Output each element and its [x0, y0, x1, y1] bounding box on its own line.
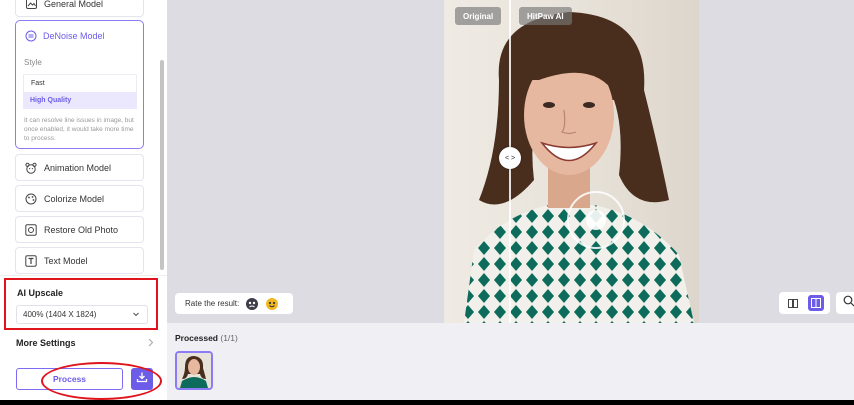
sidebar: General Model DeNoise Model Style Fast H… [0, 0, 167, 400]
model-card-colorize[interactable]: Colorize Model [15, 185, 144, 212]
upscale-select[interactable]: 400% (1404 X 1824) [16, 305, 148, 324]
model-label: General Model [44, 0, 104, 9]
style-option-high-quality[interactable]: High Quality [23, 92, 137, 109]
model-label: Colorize Model [44, 193, 105, 204]
download-button[interactable] [131, 368, 153, 390]
portrait-image [464, 12, 694, 323]
model-label: Restore Old Photo [44, 224, 119, 235]
rate-like-icon[interactable] [265, 297, 279, 311]
denoise-description: It can resolve line issues in image, but… [24, 117, 134, 142]
rate-dislike-icon[interactable] [245, 297, 259, 311]
sidebar-scrollbar[interactable] [160, 60, 164, 270]
upscale-title: AI Upscale [17, 288, 64, 298]
download-icon [136, 370, 148, 388]
model-label: DeNoise Model [43, 31, 105, 41]
processed-label: Processed (1/1) [175, 333, 238, 343]
more-settings[interactable]: More Settings [16, 338, 154, 349]
rate-result: Rate the result: [175, 293, 293, 314]
tag-hitpaw-ai: HitPaw AI [519, 7, 572, 25]
chevron-down-icon [132, 310, 140, 320]
processed-thumbnail[interactable] [175, 351, 213, 390]
processed-title: Processed [175, 333, 218, 343]
model-card-denoise[interactable]: DeNoise Model Style Fast High Quality It… [15, 20, 144, 149]
denoise-header[interactable]: DeNoise Model [16, 21, 143, 51]
animation-icon [25, 162, 37, 174]
upscale-value: 400% (1404 X 1824) [23, 310, 97, 319]
canvas-area: < > Original HitPaw AI Rate the result: [167, 0, 854, 323]
model-label: Text Model [44, 255, 88, 266]
style-option-fast[interactable]: Fast [23, 74, 137, 92]
general-model-icon [25, 0, 37, 10]
tag-original: Original [455, 7, 502, 25]
compare-view-icon[interactable] [808, 295, 824, 311]
style-label: Style [24, 58, 42, 67]
process-button[interactable]: Process [16, 368, 123, 390]
main-area: < > Original HitPaw AI Rate the result: [167, 0, 854, 400]
colorize-icon [25, 193, 37, 205]
image-preview[interactable]: < > Original HitPaw AI [444, 0, 699, 323]
model-card-text[interactable]: Text Model [15, 247, 144, 274]
model-label: Animation Model [44, 162, 112, 173]
model-card-animation[interactable]: Animation Model [15, 154, 144, 181]
zoom-icon [843, 294, 854, 312]
model-card-general[interactable]: General Model [15, 0, 144, 17]
view-toggle [779, 292, 830, 314]
chevron-right-icon [147, 338, 154, 349]
rate-label: Rate the result: [185, 299, 240, 308]
processed-count: (1/1) [220, 333, 238, 343]
more-settings-label: More Settings [16, 338, 76, 348]
ai-upscale-section: AI Upscale 400% (1404 X 1824) [4, 278, 158, 330]
restore-photo-icon [25, 223, 37, 236]
zoom-button[interactable] [836, 292, 854, 314]
model-card-restore[interactable]: Restore Old Photo [15, 216, 144, 243]
split-handle[interactable]: < > [499, 147, 521, 169]
split-view-icon[interactable] [786, 296, 800, 310]
text-model-icon [25, 254, 37, 267]
denoise-icon [25, 30, 37, 42]
divider [0, 275, 167, 276]
